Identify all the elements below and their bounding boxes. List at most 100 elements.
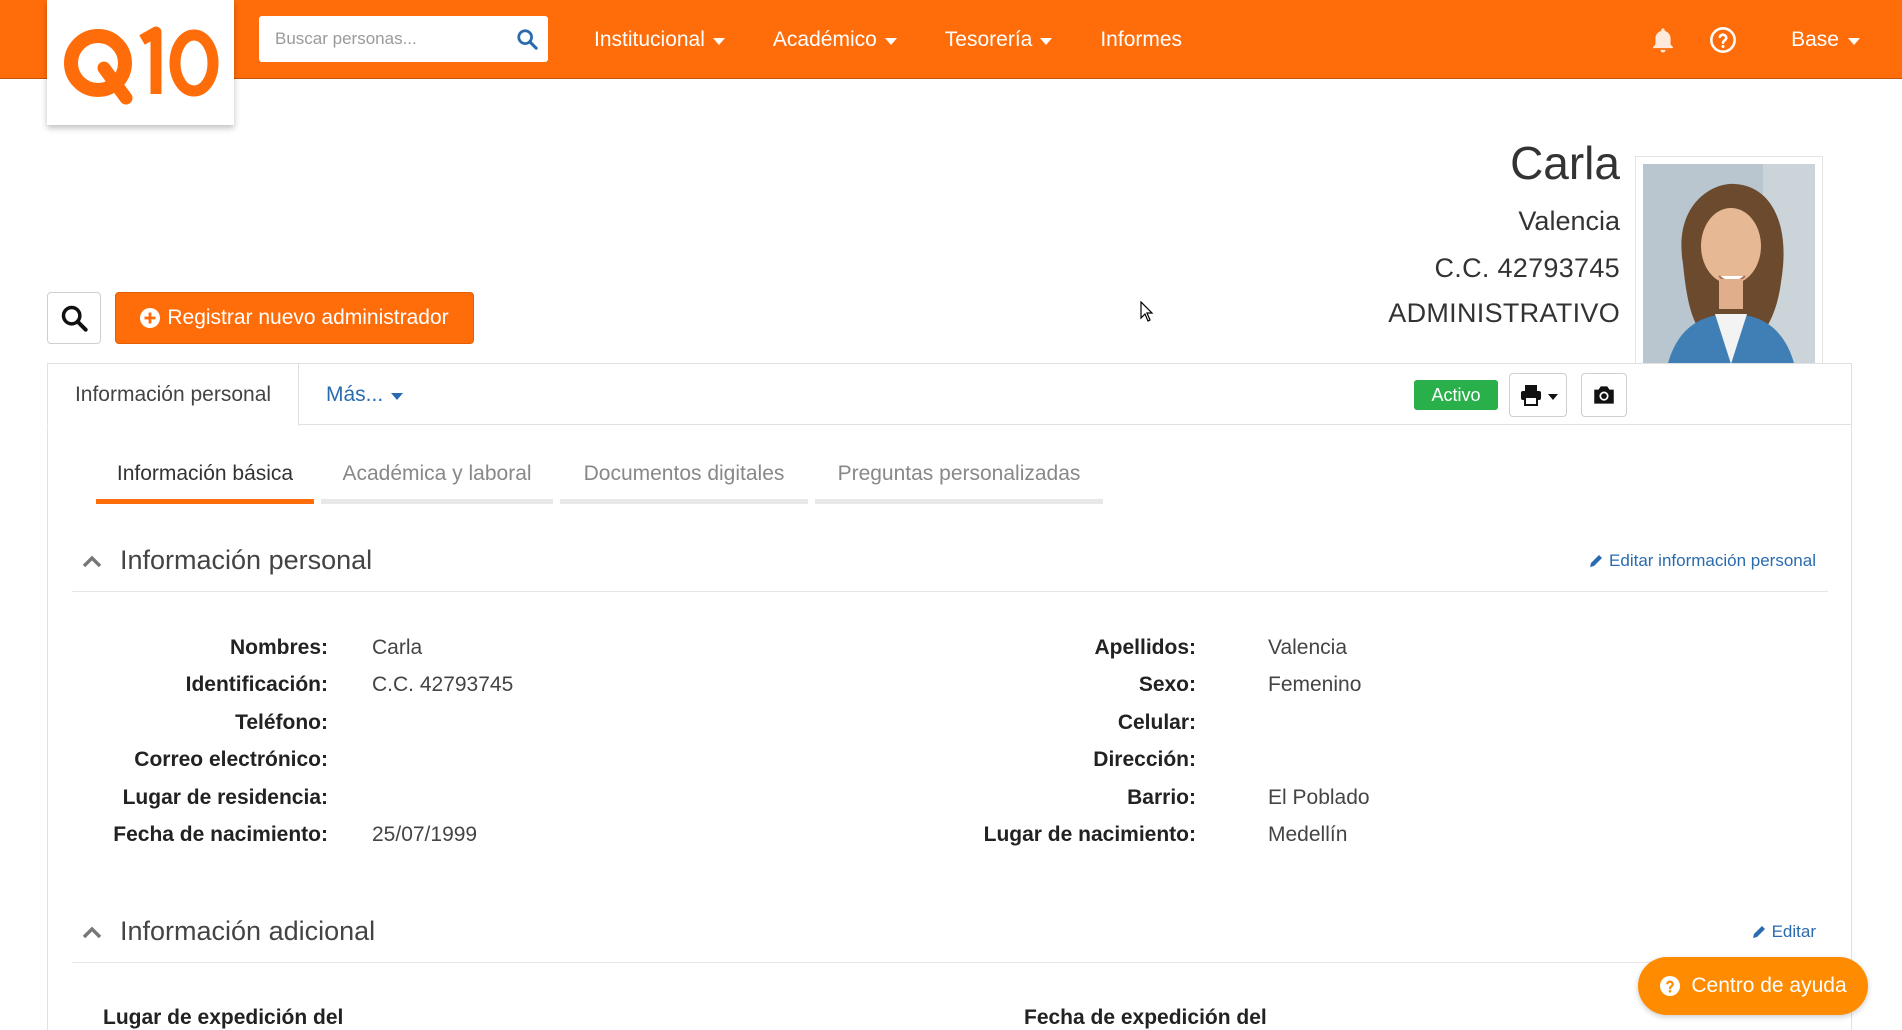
field-row: Dirección:: [948, 745, 1768, 775]
field-row: Lugar de expedición del: [103, 1003, 603, 1030]
camera-button[interactable]: [1581, 373, 1627, 417]
subtab-informacion-basica[interactable]: Información básica: [96, 448, 314, 504]
field-label: Apellidos:: [1094, 636, 1196, 659]
chevron-down-icon: [391, 392, 404, 400]
subtab-academica-laboral[interactable]: Académica y laboral: [321, 448, 553, 504]
register-admin-button[interactable]: Registrar nuevo administrador: [115, 292, 474, 344]
nav-tesoreria[interactable]: Tesorería: [945, 28, 1053, 52]
subtab-preguntas-personalizadas[interactable]: Preguntas personalizadas: [815, 448, 1103, 504]
field-row: Lugar de nacimiento: Medellín: [948, 820, 1768, 850]
nav-label: Tesorería: [944, 27, 1033, 51]
help-circle-icon[interactable]: [1709, 26, 1737, 54]
field-value: Medellín: [1268, 823, 1348, 846]
field-label: Lugar de expedición del: [103, 1006, 344, 1029]
section-personal-title: Información personal: [120, 545, 373, 575]
panel-tabs: Información personal Más... Activo: [47, 363, 1851, 426]
nav-label: Académico: [772, 27, 877, 51]
field-row: Nombres: Carla: [48, 633, 868, 663]
profile-panel: Información personal Más... Activo Infor…: [47, 363, 1852, 1030]
help-center-button[interactable]: Centro de ayuda: [1638, 957, 1868, 1015]
people-search-input[interactable]: [275, 29, 516, 49]
status-badge: Activo: [1414, 380, 1498, 410]
pencil-icon: [1590, 554, 1603, 567]
pencil-icon: [1752, 925, 1765, 938]
top-navbar: Institucional Académico Tesorería Inform…: [0, 0, 1902, 79]
nav-informes[interactable]: Informes: [1100, 28, 1182, 52]
q10-logo-icon: [63, 26, 218, 104]
field-row: Identificación: C.C. 42793745: [48, 670, 868, 700]
field-row: Barrio: El Poblado: [948, 783, 1768, 813]
people-search-box[interactable]: [259, 16, 548, 62]
field-label: Lugar de residencia:: [122, 786, 328, 809]
field-row: Fecha de expedición del: [1024, 1003, 1524, 1030]
tab-mas[interactable]: Más...: [326, 364, 404, 425]
plus-circle-icon: [140, 308, 161, 328]
edit-personal-info-label: Editar información personal: [1609, 550, 1816, 570]
print-button[interactable]: [1509, 373, 1567, 417]
profile-role: ADMINISTRATIVO: [1388, 298, 1620, 328]
chevron-down-icon: [1848, 37, 1860, 45]
tab-informacion-personal[interactable]: Información personal: [47, 363, 299, 426]
field-label: Dirección:: [1093, 748, 1196, 771]
user-menu-label: Base: [1791, 27, 1839, 51]
main-nav: Institucional Académico Tesorería Inform…: [594, 0, 1182, 79]
search-button[interactable]: [47, 292, 101, 344]
search-icon[interactable]: [516, 28, 538, 50]
bell-icon[interactable]: [1649, 26, 1677, 54]
help-center-label: Centro de ayuda: [1691, 974, 1847, 997]
field-value: Carla: [372, 636, 423, 659]
question-circle-icon: [1660, 976, 1681, 996]
topbar-right: Base: [1649, 0, 1860, 79]
q10-logo[interactable]: [47, 0, 234, 125]
chevron-down-icon: [1040, 37, 1053, 45]
profile-id-document: C.C. 42793745: [1434, 253, 1620, 283]
field-label: Sexo:: [1138, 673, 1196, 696]
tab-mas-label: Más...: [326, 382, 384, 406]
avatar: [1643, 164, 1815, 394]
field-row: Teléfono:: [48, 708, 868, 738]
nav-label: Informes: [1100, 27, 1183, 51]
field-label: Correo electrónico:: [134, 748, 328, 771]
chevron-down-icon: [1547, 393, 1558, 400]
section-additional-header: Información adicional Editar: [72, 901, 1828, 963]
field-row: Apellidos: Valencia: [948, 633, 1768, 663]
nav-academico[interactable]: Académico: [773, 28, 897, 52]
field-row: Lugar de residencia:: [48, 783, 868, 813]
field-value: C.C. 42793745: [372, 673, 514, 696]
field-label: Celular:: [1117, 711, 1196, 734]
field-value: Femenino: [1268, 673, 1362, 696]
field-label: Identificación:: [185, 673, 328, 696]
field-value: Valencia: [1268, 636, 1347, 659]
printer-icon: [1520, 385, 1541, 406]
field-row: Fecha de nacimiento: 25/07/1999: [48, 820, 868, 850]
field-label: Lugar de nacimiento:: [983, 823, 1196, 846]
field-row: Sexo: Femenino: [948, 670, 1768, 700]
chevron-up-icon[interactable]: [82, 554, 102, 568]
register-admin-label: Registrar nuevo administrador: [167, 306, 449, 329]
chevron-down-icon: [712, 37, 725, 45]
edit-additional-info-label: Editar: [1771, 921, 1816, 941]
profile-last-name: Valencia: [1518, 206, 1620, 236]
chevron-up-icon[interactable]: [82, 925, 102, 939]
field-label: Fecha de nacimiento:: [113, 823, 328, 846]
search-icon: [61, 305, 88, 332]
field-row: Celular:: [948, 708, 1768, 738]
subtab-documentos-digitales[interactable]: Documentos digitales: [560, 448, 808, 504]
field-label: Teléfono:: [235, 711, 328, 734]
edit-personal-info-link[interactable]: Editar información personal: [1588, 551, 1816, 571]
field-row: Correo electrónico:: [48, 745, 868, 775]
edit-additional-info-link[interactable]: Editar: [1751, 922, 1816, 942]
field-label: Fecha de expedición del: [1024, 1006, 1267, 1029]
field-value: El Poblado: [1268, 786, 1370, 809]
nav-label: Institucional: [594, 27, 705, 51]
chevron-down-icon: [884, 37, 897, 45]
mouse-cursor-icon: [1140, 301, 1154, 322]
field-label: Barrio:: [1127, 786, 1196, 809]
field-label: Nombres:: [229, 636, 328, 659]
section-additional-title: Información adicional: [120, 916, 376, 946]
subtabs: Información básica Académica y laboral D…: [96, 448, 1103, 504]
camera-icon: [1594, 386, 1614, 404]
section-personal-header: Información personal Editar información …: [72, 530, 1828, 592]
user-menu[interactable]: Base: [1791, 28, 1860, 52]
nav-institucional[interactable]: Institucional: [594, 28, 725, 52]
